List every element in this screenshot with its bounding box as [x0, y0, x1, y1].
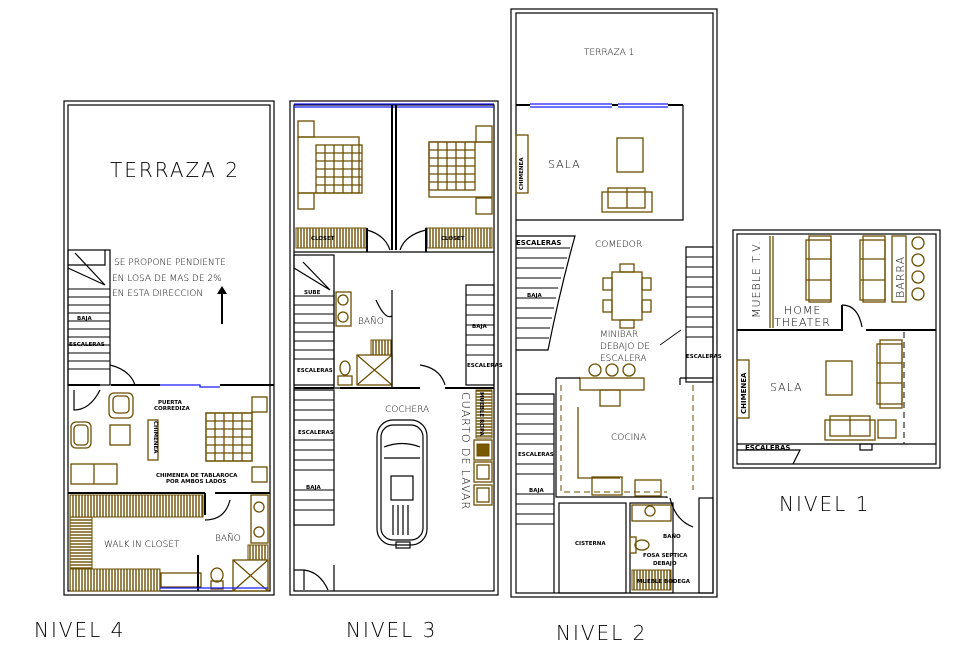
tv-furniture-label: MUEBLE T.V. [750, 240, 763, 318]
stairs-escaleras-lower: ESCALERAS [298, 430, 334, 436]
sliding-door-label-2: CORREDIZA [154, 406, 191, 412]
stairs-escaleras-lower-n2: ESCALERAS [518, 452, 554, 458]
storage-furniture-label: MUEBLE BODEGA [637, 579, 691, 585]
stairs-baja-lower-n2: BAJA [529, 488, 544, 494]
septic-tank-label-2: DEBAJO [653, 561, 677, 567]
dining-label: COMEDOR [595, 240, 642, 250]
nivel-4-title: NIVEL 4 [34, 618, 125, 642]
stairs-sube-label: SUBE [304, 290, 321, 296]
chimney-label-n1: CHIMENEA [740, 372, 748, 414]
garage-label: COCHERA [385, 405, 429, 415]
stairs-escaleras-right-n2: ESCALERAS [686, 354, 722, 360]
floor-plans-labels: TERRAZA 2 SE PROPONE PENDIENTE EN LOSA D… [34, 48, 907, 645]
clothes-furniture-label: MUEBLE ROPA [478, 392, 484, 437]
slope-note-line-2: EN LOSA DE MAS DE 2% [112, 274, 222, 284]
kitchen-label: COCINA [611, 433, 646, 443]
chimney-note-2: POR AMBOS LADOS [166, 479, 226, 485]
slope-note-line-1: SE PROPONE PENDIENTE [114, 258, 226, 268]
stairs-baja-label: BAJA [77, 316, 92, 322]
minibar-label-3: ESCALERA [600, 354, 647, 364]
home-theater-label-2: THEATER [774, 316, 831, 329]
closet-right-label: CLOSET [441, 236, 465, 242]
bath-label-n2: BAÑO [663, 533, 681, 540]
stairs-baja-right: BAJA [472, 324, 487, 330]
stairs-escaleras-left: ESCALERAS [297, 368, 333, 374]
walk-in-closet-label: WALK IN CLOSET [104, 540, 180, 550]
septic-tank-label-1: FOSA SEPTICA [643, 553, 688, 559]
stairs-escaleras-n1: ESCALERAS [745, 444, 790, 452]
bath-label: BAÑO [215, 533, 241, 544]
stairs-escaleras-right: ESCALERAS [467, 363, 503, 369]
nivel-1-title: NIVEL 1 [779, 492, 870, 516]
stairs-baja-top: BAJA [527, 293, 542, 299]
slope-note-line-3: EN ESTA DIRECCION [112, 289, 203, 299]
closet-left-label: CLOSET [311, 236, 335, 242]
terraza-1-label: TERRAZA 1 [584, 48, 634, 58]
nivel-2-title: NIVEL 2 [556, 621, 647, 645]
minibar-label-2: DEBAJO DE [600, 342, 650, 352]
stairs-escaleras-top: ESCALERAS [516, 239, 561, 247]
nivel-3-title: NIVEL 3 [346, 618, 437, 642]
terraza-2-label: TERRAZA 2 [110, 158, 240, 182]
stairs-baja-lower: BAJA [306, 485, 321, 491]
living-room-label: SALA [548, 158, 581, 171]
living-room-label-n1: SALA [770, 381, 803, 394]
stairs-escaleras-label: ESCALERAS [69, 342, 105, 348]
chimney-label: CHIMENEA [152, 421, 158, 454]
laundry-room-label: CUARTO DE LAVAR [459, 392, 472, 510]
bath-label-n3: BAÑO [358, 316, 384, 327]
bar-label: BARRA [894, 256, 907, 298]
cistern-label: CISTERNA [575, 541, 606, 547]
chimney-label-n2: CHIMENEA [519, 157, 525, 190]
minibar-label-1: MINIBAR [600, 330, 638, 340]
